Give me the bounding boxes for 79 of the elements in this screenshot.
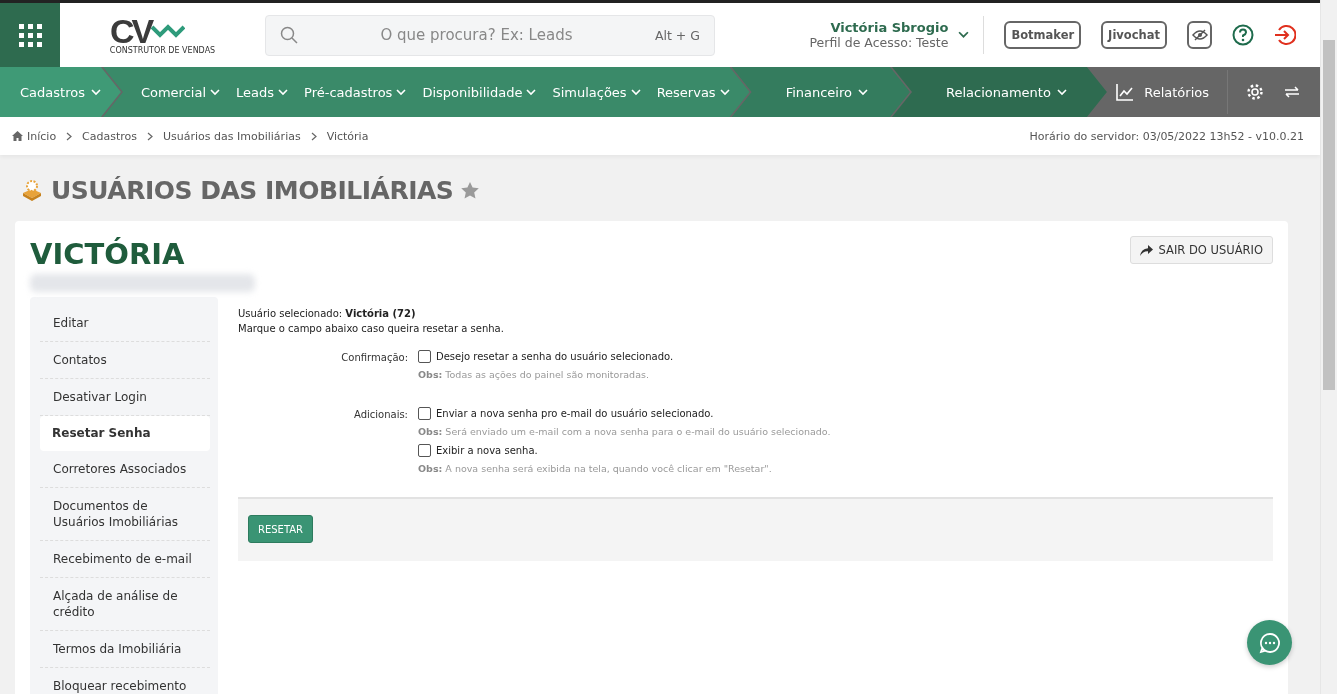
reset-button[interactable]: RESETAR (248, 515, 314, 543)
chat-icon (1258, 631, 1281, 654)
checkbox-label[interactable]: Exibir a nova senha. (436, 445, 538, 456)
nav-menu-item[interactable]: Relacionamento (946, 84, 1067, 100)
reports-link[interactable]: Relatórios (1116, 83, 1209, 101)
building-gear-icon (21, 179, 43, 201)
chevron-right-icon (147, 131, 154, 141)
note-text: Obs: Será enviado um e-mail com a nova senha para o e-mail do usuário selecionado. (418, 426, 831, 437)
chevron-down-icon (210, 88, 220, 96)
logout-user-button[interactable]: SAIR DO USUÁRIO (1129, 236, 1273, 264)
sidebar-item[interactable]: Termos da Imobiliária (40, 631, 210, 668)
nav-menu-item[interactable]: Pré-cadastros (304, 84, 407, 100)
chevron-down-icon (278, 88, 289, 96)
breadcrumb-link[interactable]: Usuários das Imobiliárias (163, 129, 301, 143)
star-icon[interactable] (461, 181, 480, 199)
checkbox[interactable] (418, 407, 431, 420)
eye-slash-icon (1191, 29, 1208, 41)
search-icon (280, 26, 298, 44)
sidebar-item[interactable]: Documentos de Usuários Imobiliárias (40, 488, 210, 541)
sidebar-item[interactable]: Recebimento de e-mail (40, 541, 210, 578)
instruction-text: Marque o campo abaixo caso queira resetar a senha. (238, 322, 505, 336)
nav-menu-item[interactable]: Leads (236, 84, 289, 100)
breadcrumb-link[interactable]: Victória (326, 129, 369, 143)
logo-tagline: CONSTRUTOR DE VENDAS (109, 45, 216, 55)
grid-icon (18, 23, 42, 47)
note-text: Obs: Todas as ações do painel são monitoradas. (418, 369, 650, 380)
chevron-down-icon[interactable] (958, 31, 970, 39)
sidebar-item[interactable]: Resetar Senha (40, 416, 210, 451)
selected-user-text: Usuário selecionado: Victória (72) (238, 307, 417, 321)
search-field[interactable]: O que procura? Ex: Leads (298, 25, 655, 45)
nav-menu-item[interactable]: Comercial (140, 84, 220, 100)
chevron-down-icon (90, 88, 101, 96)
chevron-right-icon (66, 131, 73, 141)
scrollbar[interactable] (1320, 0, 1337, 694)
sidebar-item[interactable]: Editar (40, 305, 210, 342)
sidebar-item[interactable]: Contatos (40, 342, 210, 379)
shortcut-hint: Alt + G (654, 27, 700, 43)
share-arrow-icon (1139, 244, 1153, 256)
home-icon (12, 131, 23, 141)
breadcrumb-link[interactable]: Cadastros (82, 129, 138, 143)
nav-menu-item[interactable]: Simulações (552, 84, 641, 100)
nav-menu-item[interactable]: Disponibilidade (422, 84, 537, 100)
chevron-down-icon (858, 88, 868, 96)
chevron-right-icon (310, 131, 317, 141)
chevron-down-icon (719, 88, 730, 96)
breadcrumb-link[interactable]: Início (12, 129, 57, 143)
checkbox-label[interactable]: Desejo resetar a senha do usuário selecionado. (436, 351, 674, 362)
field-label: Adicionais: (353, 408, 409, 422)
settings-icon[interactable] (1246, 83, 1264, 101)
nav-menu-item[interactable]: Reservas (656, 84, 730, 100)
user-name[interactable]: Victória Sbrogio (809, 20, 949, 35)
checkbox[interactable] (418, 350, 431, 363)
checkbox[interactable] (418, 444, 431, 457)
search-bar[interactable]: O que procura? Ex: Leads Alt + G (265, 14, 715, 56)
logout-icon[interactable] (1274, 24, 1296, 46)
server-time: Horário do servidor: 03/05/2022 13h52 - v10.0.21 (1029, 129, 1304, 143)
chevron-down-icon (526, 88, 537, 96)
field-label: Confirmação: (340, 351, 409, 365)
page-title: USUÁRIOS DAS IMOBILIÁRIAS (51, 175, 454, 205)
access-profile: Perfil de Acesso: Teste (809, 35, 949, 50)
chat-button[interactable]: Botmaker (1004, 21, 1082, 49)
sidebar-item[interactable]: Corretores Associados (40, 451, 210, 488)
sidebar-item[interactable]: Bloquear recebimento (40, 668, 210, 694)
line-chart-icon (1116, 83, 1135, 101)
visibility-button[interactable] (1187, 21, 1212, 49)
user-title: VICTÓRIA (30, 236, 186, 272)
swap-arrows-icon[interactable] (1284, 86, 1300, 98)
checkbox-label[interactable]: Enviar a nova senha pro e-mail do usuário selecionado. (436, 408, 714, 419)
logo-text: CV (109, 15, 152, 46)
help-icon[interactable] (1232, 24, 1254, 46)
chevron-down-icon (630, 88, 641, 96)
apps-menu-button[interactable] (0, 3, 60, 67)
nav-menu-item[interactable]: Financeiro (785, 84, 868, 100)
scrollbar-thumb[interactable] (1323, 40, 1335, 390)
sidebar-item[interactable]: Alçada de análise de crédito (40, 578, 210, 631)
note-text: Obs: A nova senha será exibida na tela, quando você clicar em "Resetar". (418, 463, 773, 474)
chevron-down-icon (1056, 88, 1067, 96)
chat-button[interactable]: Jivochat (1101, 21, 1167, 49)
chevron-down-icon (396, 88, 407, 96)
